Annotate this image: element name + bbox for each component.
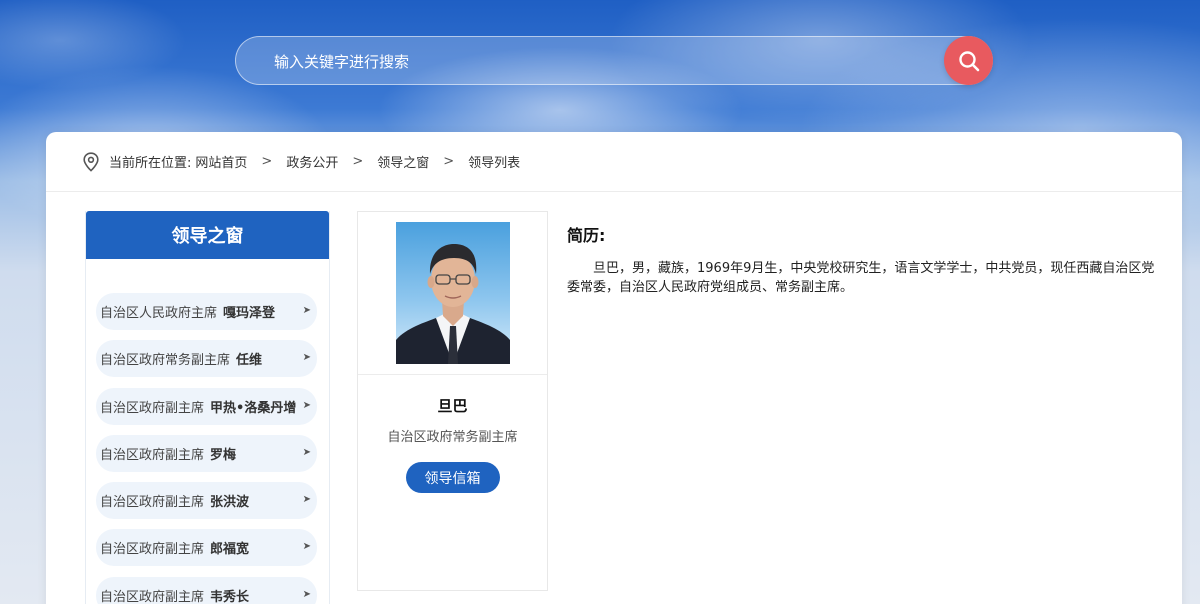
leader-role: 自治区政府副主席 [100,400,205,416]
biography-heading: 简历: [567,226,606,245]
leader-name: 嘎玛泽登 [223,306,276,321]
breadcrumb-separator: > [352,154,364,169]
chevron-right-icon: ➤ [302,352,311,364]
leader-profile-card: 旦巴 自治区政府常务副主席 领导信箱 [357,211,548,591]
breadcrumb-gov-affairs[interactable]: 政务公开 [286,152,338,171]
leader-portrait [395,222,510,364]
leader-name: 罗梅 [210,447,237,463]
leader-list: 自治区人民政府主席 嘎玛泽登 ➤ 自治区政府常务副主席 任维 ➤ 自治区政府副主… [96,293,317,604]
breadcrumb-prefix: 当前所在位置: [109,156,192,171]
chevron-right-icon: ➤ [302,494,311,506]
leader-role: 自治区政府副主席 [100,495,205,511]
chevron-right-icon: ➤ [302,305,311,316]
biography-section: 简历: 旦巴，男，藏族，1969年9月生，中央党校研究生，语言文学学士，中共党员… [567,222,1157,297]
content-card: 当前所在位置: 网站首页 > 政务公开 > 领导之窗 > 领导列表 领导之窗 自… [46,132,1182,604]
leader-sidebar: 领导之窗 自治区人民政府主席 嘎玛泽登 ➤ 自治区政府常务副主席 任维 ➤ 自治… [85,211,330,604]
search-input[interactable] [274,50,874,74]
chevron-right-icon: ➤ [302,588,311,600]
location-pin-icon [83,151,99,172]
sidebar-item-leader[interactable]: 自治区政府副主席 韦秀长 ➤ [96,576,317,604]
sidebar-title: 领导之窗 [86,211,329,259]
sidebar-item-leader[interactable]: 自治区政府副主席 甲热•洛桑丹增 ➤ [96,387,317,425]
leader-name: 张洪波 [210,495,250,511]
leader-name-heading: 旦巴 [437,397,468,415]
chevron-right-icon: ➤ [302,399,311,411]
leader-position: 自治区政府常务副主席 [387,430,518,445]
breadcrumb-separator: > [443,154,455,169]
sidebar-item-leader[interactable]: 自治区政府常务副主席 任维 ➤ [96,340,317,378]
leader-role: 自治区政府副主席 [100,589,205,604]
sidebar-item-leader[interactable]: 自治区政府副主席 罗梅 ➤ [96,434,317,472]
leader-role: 自治区政府副主席 [100,447,205,463]
leader-role: 自治区人民政府主席 [100,306,218,321]
search-bar[interactable] [235,36,993,85]
sidebar-item-leader[interactable]: 自治区人民政府主席 嘎玛泽登 ➤ [96,293,317,330]
chevron-right-icon: ➤ [302,541,311,553]
leader-name: 任维 [236,353,263,369]
leader-name: 甲热•洛桑丹增 [210,400,297,416]
search-icon [958,50,979,71]
leader-role: 自治区政府常务副主席 [100,353,231,369]
sidebar-item-leader[interactable]: 自治区政府副主席 郎福宽 ➤ [96,529,317,567]
chevron-right-icon: ➤ [302,446,311,458]
breadcrumb-separator: > [261,154,273,169]
breadcrumb-leaders-window[interactable]: 领导之窗 [377,152,429,171]
search-button[interactable] [944,36,993,85]
leader-role: 自治区政府副主席 [100,542,205,558]
breadcrumb: 当前所在位置: 网站首页 > 政务公开 > 领导之窗 > 领导列表 [46,132,1182,192]
breadcrumb-leader-list[interactable]: 领导列表 [468,152,520,171]
biography-text: 旦巴，男，藏族，1969年9月生，中央党校研究生，语言文学学士，中共党员，现任西… [567,261,1155,295]
leader-name: 郎福宽 [210,542,250,558]
photo-frame [358,212,547,375]
leader-name: 韦秀长 [210,589,250,604]
sidebar-item-leader[interactable]: 自治区政府副主席 张洪波 ➤ [96,482,317,520]
breadcrumb-home[interactable]: 网站首页 [195,152,247,171]
leader-mailbox-button[interactable]: 领导信箱 [405,462,500,493]
